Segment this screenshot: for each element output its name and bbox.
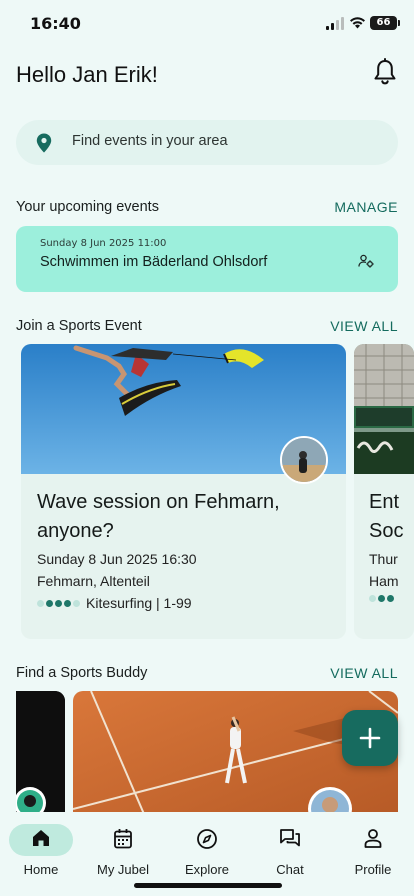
group-settings-icon[interactable] <box>358 254 375 268</box>
host-avatar[interactable] <box>280 436 328 484</box>
event-location: Ham <box>369 573 399 589</box>
event-sport: Kitesurfing | 1-99 <box>86 595 192 611</box>
event-title: Ent Soc <box>369 491 404 542</box>
home-icon <box>33 830 49 846</box>
event-meta: Kitesurfing | 1-99 <box>37 595 192 611</box>
buddy-card[interactable] <box>16 691 65 821</box>
manage-link[interactable]: MANAGE <box>334 199 398 215</box>
tab-label: Profile <box>354 862 392 877</box>
skill-level-dots <box>369 595 394 602</box>
tab-home[interactable]: Home <box>0 812 82 882</box>
upcoming-section-title: Your upcoming events <box>16 199 159 215</box>
wifi-icon <box>350 17 365 29</box>
buddy-section-title: Find a Sports Buddy <box>16 665 148 681</box>
greeting-title: Hello Jan Erik! <box>16 62 158 87</box>
tab-my-jubel[interactable]: My Jubel <box>82 812 164 882</box>
compass-icon <box>197 829 217 849</box>
tab-explore[interactable]: Explore <box>166 812 248 882</box>
create-event-button[interactable] <box>342 710 398 766</box>
upcoming-event-date: Sunday 8 Jun 2025 11:00 <box>40 238 167 249</box>
sports-event-section-title: Join a Sports Event <box>16 318 142 334</box>
view-all-events-link[interactable]: VIEW ALL <box>330 318 398 334</box>
tab-label: My Jubel <box>96 862 150 877</box>
calendar-icon <box>114 829 132 849</box>
event-photo <box>354 344 414 474</box>
tab-label: Home <box>23 862 59 877</box>
event-date: Sunday 8 Jun 2025 16:30 <box>37 551 197 567</box>
chat-icon <box>280 829 300 847</box>
tab-profile[interactable]: Profile <box>332 812 414 882</box>
event-card[interactable]: Wave session on Fehmarn, anyone? Sunday … <box>21 344 346 639</box>
event-card[interactable]: Ent Soc Thur Ham <box>354 344 414 639</box>
location-pin-icon <box>36 133 52 153</box>
plus-icon <box>359 727 381 749</box>
clock: 16:40 <box>30 14 81 33</box>
event-location: Fehmarn, Altenteil <box>37 573 150 589</box>
event-meta <box>369 595 394 602</box>
event-date: Thur <box>369 551 398 567</box>
status-bar: 16:40 66 <box>0 0 414 50</box>
skill-level-dots <box>37 599 80 607</box>
tab-chat[interactable]: Chat <box>249 812 331 882</box>
battery-indicator: 66 <box>370 16 400 30</box>
tab-label: Chat <box>276 862 304 877</box>
event-title: Wave session on Fehmarn, anyone? <box>37 491 280 542</box>
person-icon <box>364 829 382 848</box>
bell-icon[interactable] <box>372 58 398 86</box>
search-placeholder: Find events in your area <box>72 133 228 149</box>
home-indicator <box>134 883 282 888</box>
cellular-signal-icon <box>326 17 344 30</box>
upcoming-event-card[interactable]: Sunday 8 Jun 2025 11:00 Schwimmen im Bäd… <box>16 226 398 292</box>
upcoming-event-title: Schwimmen im Bäderland Ohlsdorf <box>40 254 268 270</box>
view-all-buddies-link[interactable]: VIEW ALL <box>330 665 398 681</box>
search-input[interactable]: Find events in your area <box>16 120 398 165</box>
tab-label: Explore <box>184 862 230 877</box>
